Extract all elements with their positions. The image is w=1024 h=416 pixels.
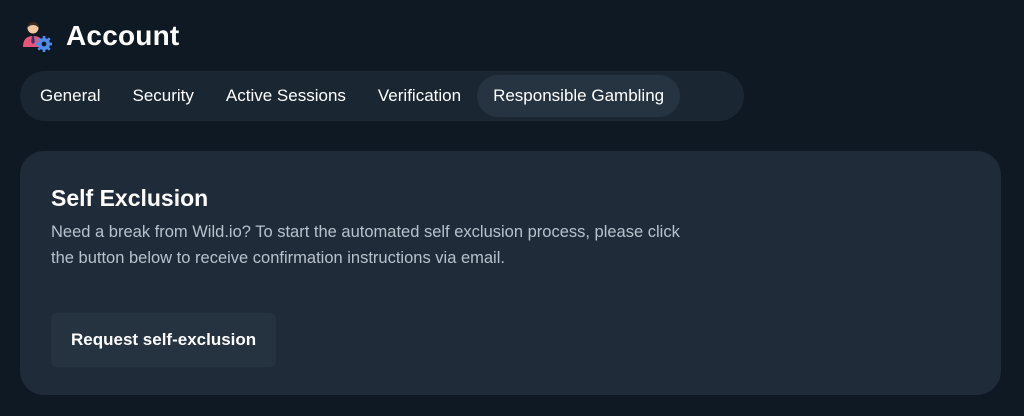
page-title: Account: [66, 20, 180, 51]
page-header: Account: [20, 18, 179, 54]
tab-general[interactable]: General: [24, 75, 116, 117]
tab-active-sessions[interactable]: Active Sessions: [210, 75, 362, 117]
request-self-exclusion-button[interactable]: Request self-exclusion: [51, 313, 277, 367]
self-exclusion-title: Self Exclusion: [51, 185, 209, 211]
self-exclusion-card: Self Exclusion Need a break from Wild.io…: [20, 151, 1001, 395]
account-user-gear-icon: [20, 20, 52, 52]
tab-verification[interactable]: Verification: [362, 75, 477, 117]
account-tabs: General Security Active Sessions Verific…: [20, 71, 744, 121]
self-exclusion-description: Need a break from Wild.io? To start the …: [51, 223, 680, 267]
tab-responsible-gambling[interactable]: Responsible Gambling: [477, 75, 681, 117]
tab-security[interactable]: Security: [116, 75, 209, 117]
